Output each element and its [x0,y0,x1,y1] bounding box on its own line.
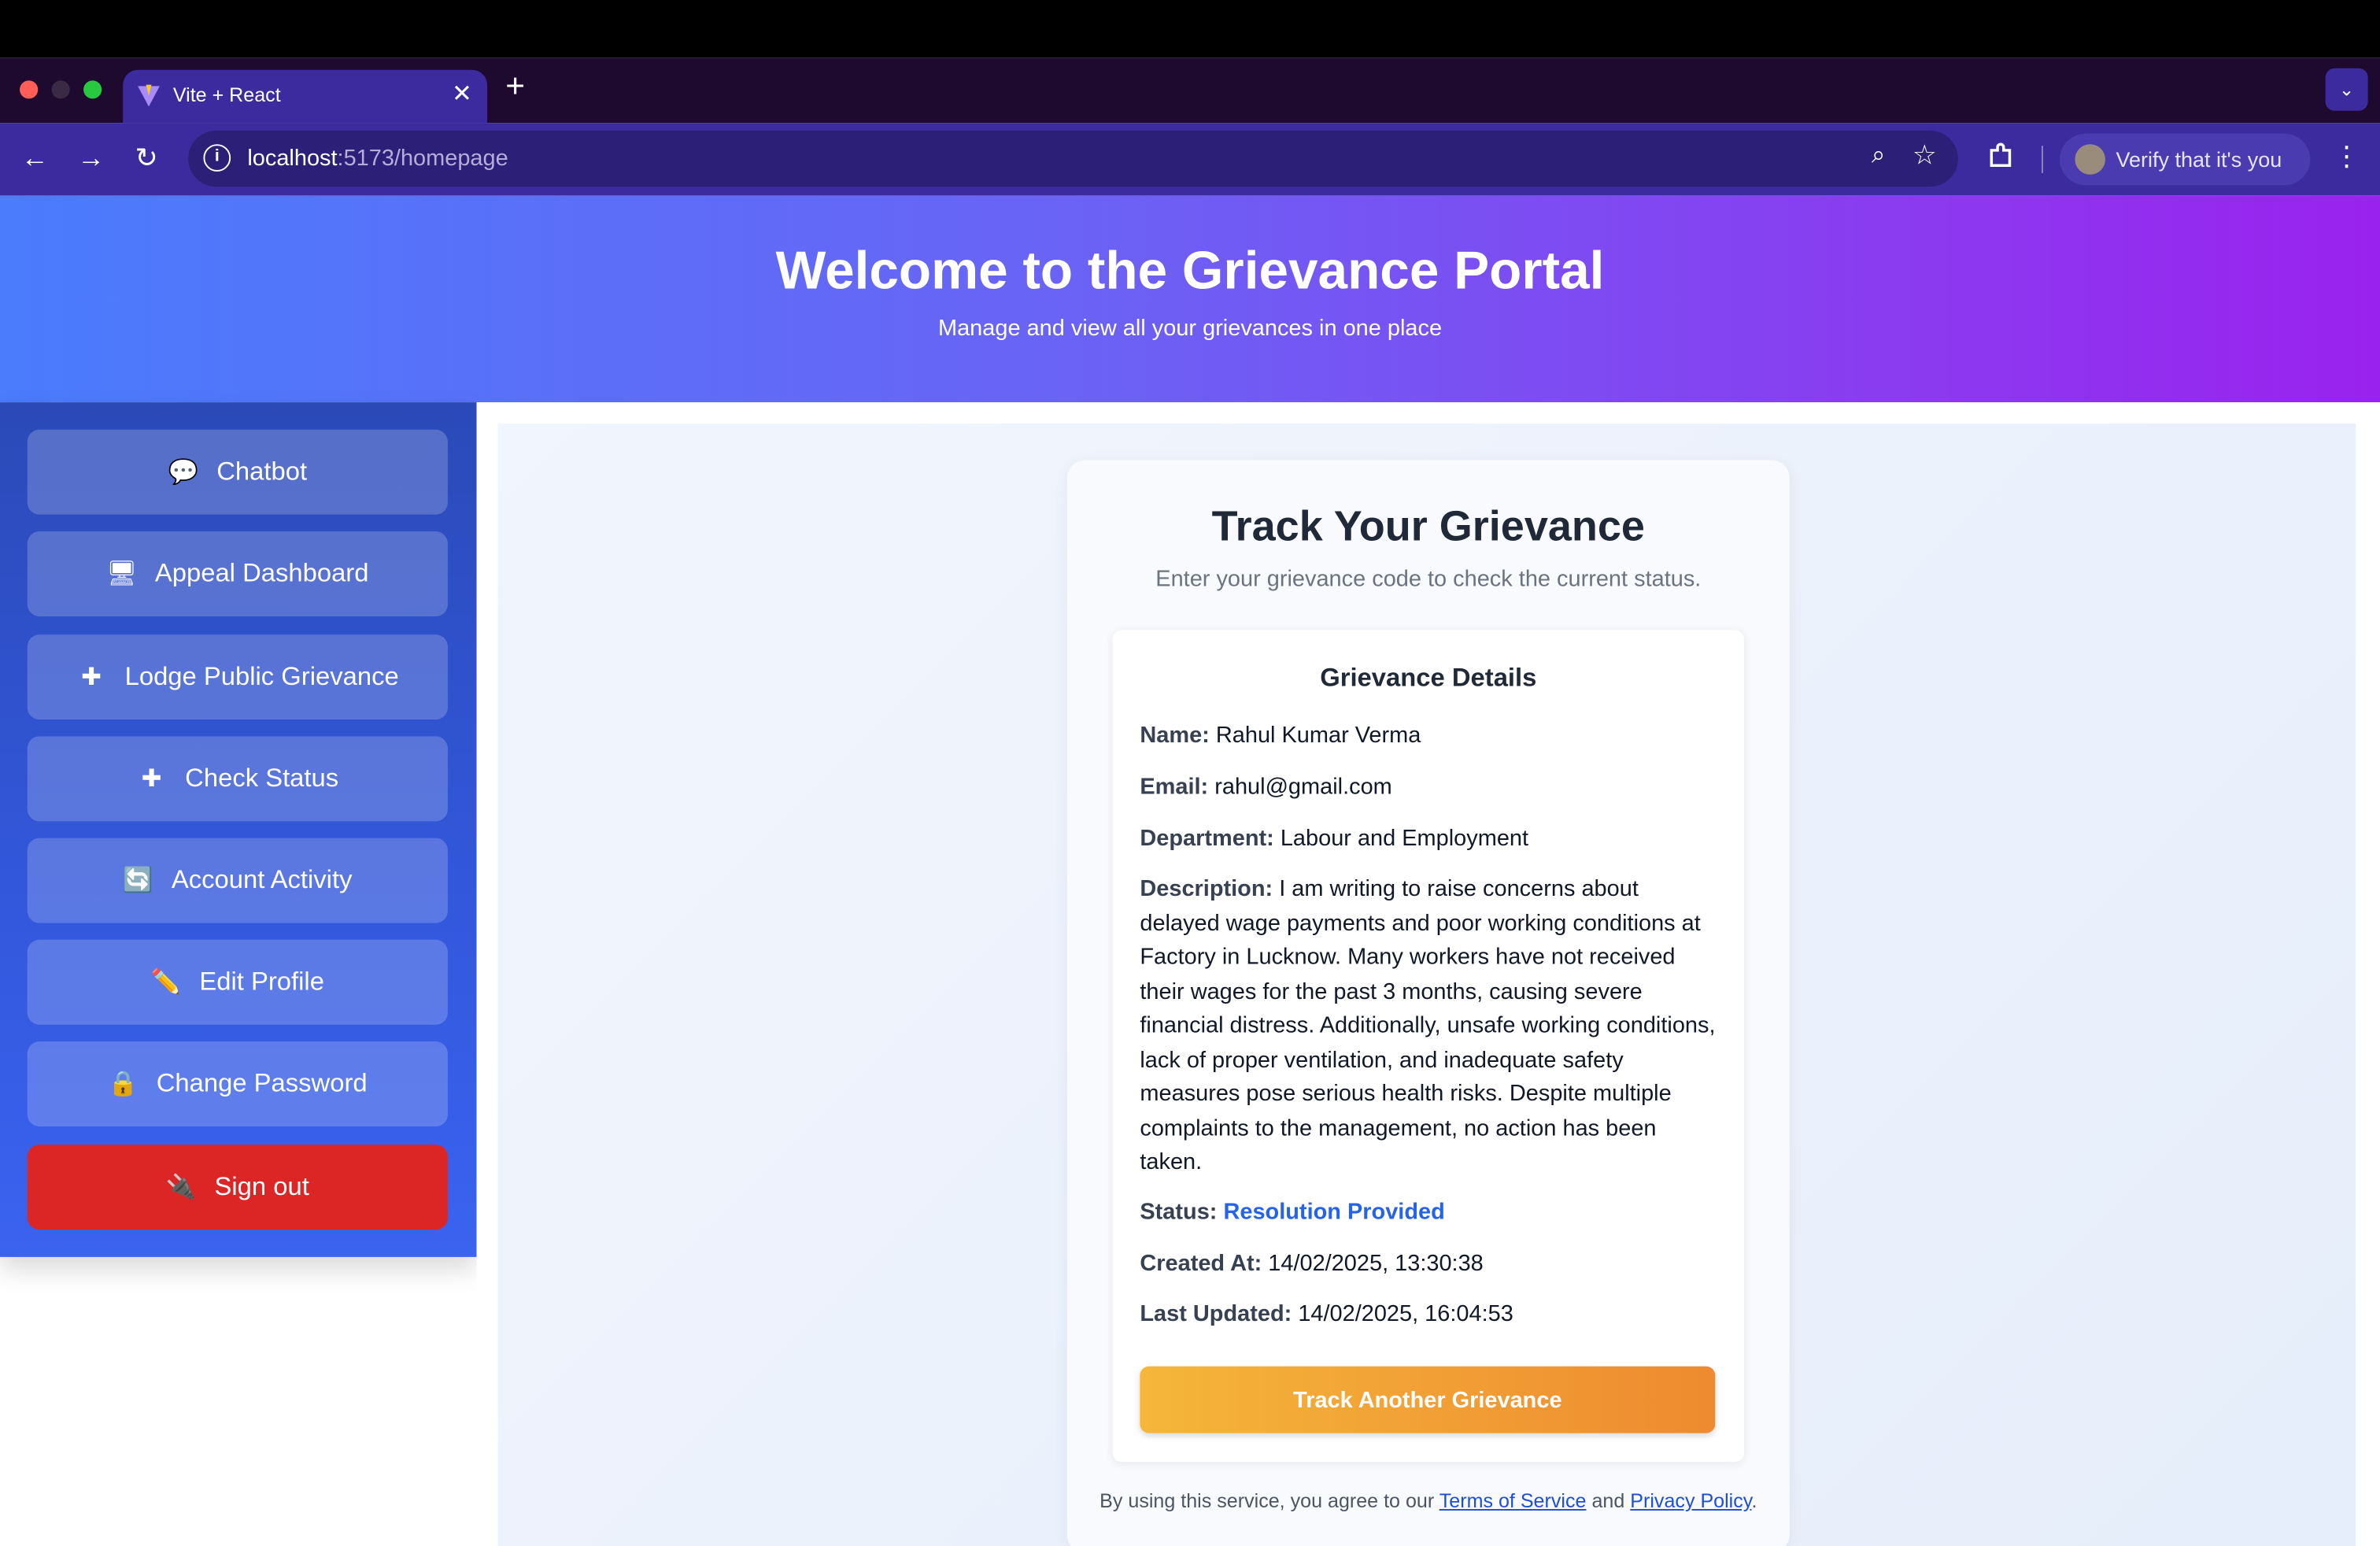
sidebar-item-label: Change Password [156,1068,368,1098]
plus-icon: ✚ [141,766,162,793]
forward-arrow-icon[interactable]: → [77,141,105,174]
tab-bar: Vite + React ✕ + ⌄ [0,57,2380,124]
sidebar-item-label: Check Status [185,764,339,793]
terms-note: By using this service, you agree to our … [1099,1489,1757,1512]
detail-name: Name: Rahul Kumar Verma [1140,723,1421,749]
toolbar-divider [2041,146,2043,173]
monitor-icon: 🖥 [106,561,138,588]
bookmark-star-icon[interactable]: ☆ [1913,139,1937,172]
new-tab-icon[interactable]: + [505,69,525,103]
detail-created-at: Created At: 14/02/2025, 13:30:38 [1140,1251,1484,1277]
sidebar: 💬 Chatbot 🖥 Appeal Dashboard ✚ Lodge Pub… [0,402,477,1257]
detail-department: Department: Labour and Employment [1140,826,1529,852]
back-arrow-icon[interactable]: ← [21,141,49,174]
sidebar-item-appeal-dashboard[interactable]: 🖥 Appeal Dashboard [27,531,448,617]
reload-icon[interactable]: ↻ [135,141,158,174]
tab-search-icon[interactable]: ⌄ [2325,68,2368,111]
card-title: Track Your Grievance [1211,502,1645,550]
zoom-icon[interactable]: ⌕ [1872,142,1885,170]
address-bar[interactable]: i localhost:5173/homepage ⌕ ☆ [188,130,1958,187]
detail-email: Email: rahul@gmail.com [1140,774,1392,801]
plug-icon: 🔌 [165,1174,197,1201]
lock-icon: 🔒 [108,1071,139,1098]
sidebar-item-change-password[interactable]: 🔒 Change Password [27,1041,448,1127]
page: Welcome to the Grievance Portal Manage a… [0,195,2380,1546]
sidebar-item-label: Account Activity [171,865,353,894]
more-menu-icon[interactable]: ⋮ [2333,141,2360,173]
extensions-icon[interactable] [1986,141,2016,172]
tab-active[interactable]: Vite + React ✕ [123,69,488,124]
sidebar-item-label: Appeal Dashboard [154,558,369,588]
grievance-details-panel: Grievance Details Name: Rahul Kumar Verm… [1112,630,1744,1463]
minimize-window-button[interactable] [51,80,70,99]
sidebar-item-check-status[interactable]: ✚ Check Status [27,736,448,822]
speech-bubble-icon: 💬 [168,460,199,486]
top-strip [0,0,2380,58]
track-another-grievance-button[interactable]: Track Another Grievance [1140,1366,1716,1433]
detail-status: Status: Resolution Provided [1140,1199,1445,1226]
track-grievance-card: Track Your Grievance Enter your grievanc… [1066,460,1790,1546]
maximize-window-button[interactable] [83,80,102,99]
sidebar-item-label: Lodge Public Grievance [124,661,399,691]
profile-verify-text: Verify that it's you [2116,147,2282,172]
url-text[interactable]: localhost:5173/homepage [247,146,508,172]
avatar [2075,144,2105,175]
privacy-policy-link[interactable]: Privacy Policy [1630,1489,1751,1512]
page-subtitle: Manage and view all your grievances in o… [937,316,1443,342]
status-badge: Resolution Provided [1223,1199,1445,1226]
detail-last-updated: Last Updated: 14/02/2025, 16:04:53 [1140,1300,1513,1327]
detail-description: Description: I am writing to raise conce… [1140,875,1716,1175]
sidebar-item-label: Edit Profile [199,967,324,997]
sign-out-button[interactable]: 🔌 Sign out [27,1145,448,1230]
tab-title: Vite + React [172,83,281,107]
sidebar-item-account-activity[interactable]: 🔄 Account Activity [27,838,448,923]
hero-banner: Welcome to the Grievance Portal Manage a… [0,195,2380,403]
tab-close-icon[interactable]: ✕ [452,79,472,109]
details-title: Grievance Details [1320,663,1537,693]
close-window-button[interactable] [20,80,39,99]
sidebar-item-label: Chatbot [216,457,308,486]
site-info-icon[interactable]: i [203,144,231,172]
sidebar-item-label: Sign out [214,1171,309,1201]
card-subtitle: Enter your grievance code to check the c… [1155,566,1702,593]
browser-toolbar: ← → ↻ i localhost:5173/homepage ⌕ ☆ Veri… [0,123,2380,196]
profile-button[interactable]: Verify that it's you [2060,133,2311,186]
refresh-icon: 🔄 [123,868,153,894]
sidebar-item-edit-profile[interactable]: ✏️ Edit Profile [27,939,448,1025]
main-content: Track Your Grievance Enter your grievanc… [476,402,2380,1546]
vite-logo-icon [138,84,160,107]
terms-of-service-link[interactable]: Terms of Service [1439,1489,1587,1512]
plus-icon: ✚ [81,664,102,691]
sidebar-item-chatbot[interactable]: 💬 Chatbot [27,429,448,515]
pencil-icon: ✏️ [150,970,182,997]
page-title: Welcome to the Grievance Portal [775,241,1605,301]
sidebar-item-lodge-public-grievance[interactable]: ✚ Lodge Public Grievance [27,634,448,720]
